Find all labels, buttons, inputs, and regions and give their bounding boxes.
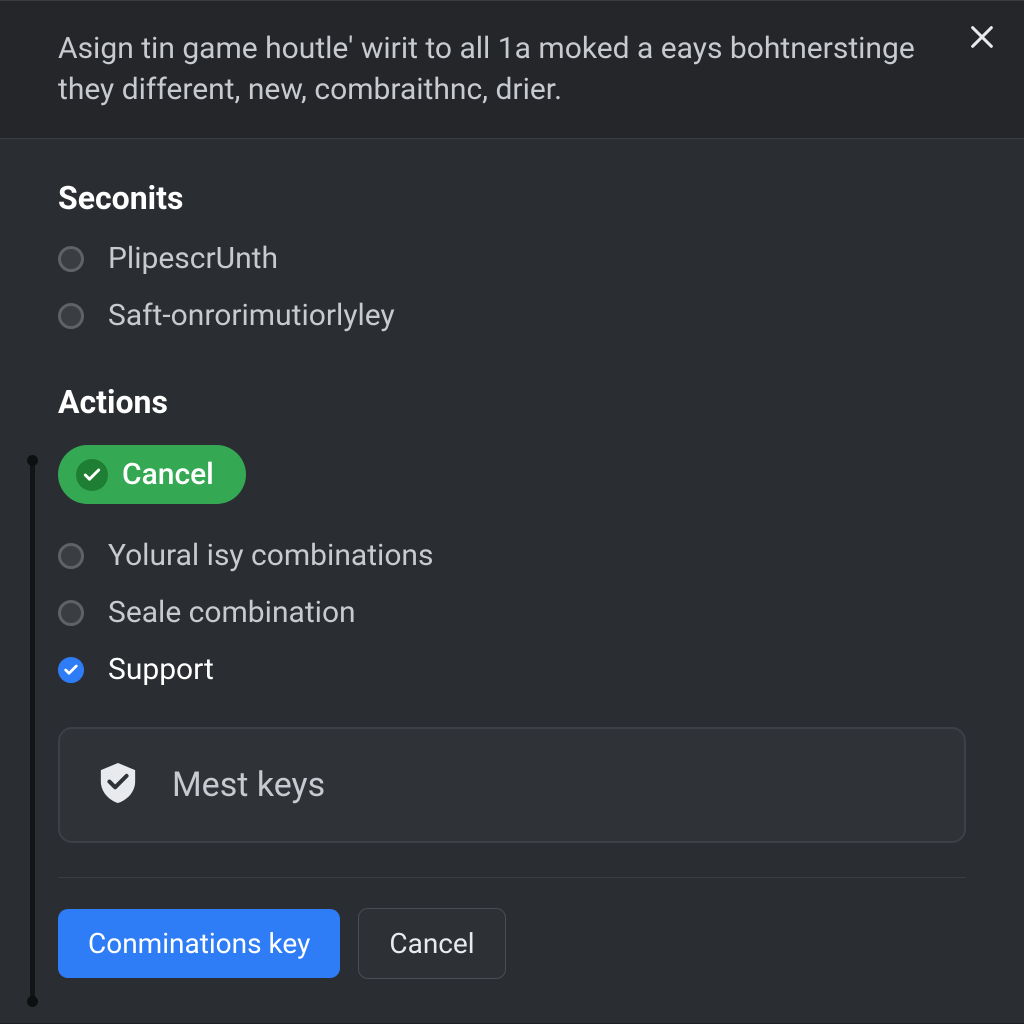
option-label: Yolural isy combinations: [108, 538, 433, 573]
close-icon: [968, 23, 996, 51]
option-label: PlipescrUnth: [108, 241, 278, 276]
scroll-knob-top[interactable]: [27, 455, 38, 466]
option-plipescrunth[interactable]: PlipescrUnth: [58, 241, 966, 276]
dialog-footer: Conminations key Cancel: [58, 877, 966, 979]
mest-keys-card[interactable]: Mest keys: [58, 727, 966, 843]
option-label: Seale combination: [108, 595, 356, 630]
section-title-seconits: Seconits: [58, 179, 966, 217]
combinations-key-button[interactable]: Conminations key: [58, 909, 340, 978]
pill-label: Cancel: [122, 457, 214, 492]
close-button[interactable]: [962, 17, 1002, 57]
card-text: Mest keys: [172, 765, 325, 805]
radio-unchecked-icon: [58, 246, 84, 272]
dialog: Asign tin game houtle' wirit to all 1a m…: [0, 0, 1024, 1024]
actions-option-list: Yolural isy combinations Seale combinati…: [58, 538, 966, 687]
dialog-header: Asign tin game houtle' wirit to all 1a m…: [0, 1, 1024, 139]
check-circle-icon: [76, 459, 108, 491]
option-support[interactable]: Support: [58, 652, 966, 687]
option-label: Support: [108, 652, 214, 687]
header-description: Asign tin game houtle' wirit to all 1a m…: [58, 29, 938, 110]
dialog-body: Seconits PlipescrUnth Saft-onrorimutiorl…: [0, 139, 1024, 1023]
cancel-pill[interactable]: Cancel: [58, 445, 246, 504]
section-title-actions: Actions: [58, 383, 966, 421]
radio-unchecked-icon: [58, 303, 84, 329]
radio-unchecked-icon: [58, 543, 84, 569]
option-seale-combination[interactable]: Seale combination: [58, 595, 966, 630]
cancel-button[interactable]: Cancel: [358, 908, 505, 979]
option-label: Saft-onrorimutiorlyley: [108, 298, 395, 333]
option-saft-onrorimutiorlyley[interactable]: Saft-onrorimutiorlyley: [58, 298, 966, 333]
option-yolural-combinations[interactable]: Yolural isy combinations: [58, 538, 966, 573]
scroll-knob-bottom[interactable]: [27, 996, 38, 1007]
radio-checked-icon: [58, 657, 84, 683]
shield-check-icon: [100, 763, 136, 807]
seconits-option-list: PlipescrUnth Saft-onrorimutiorlyley: [58, 241, 966, 333]
radio-unchecked-icon: [58, 600, 84, 626]
scroll-track[interactable]: [30, 459, 35, 1003]
